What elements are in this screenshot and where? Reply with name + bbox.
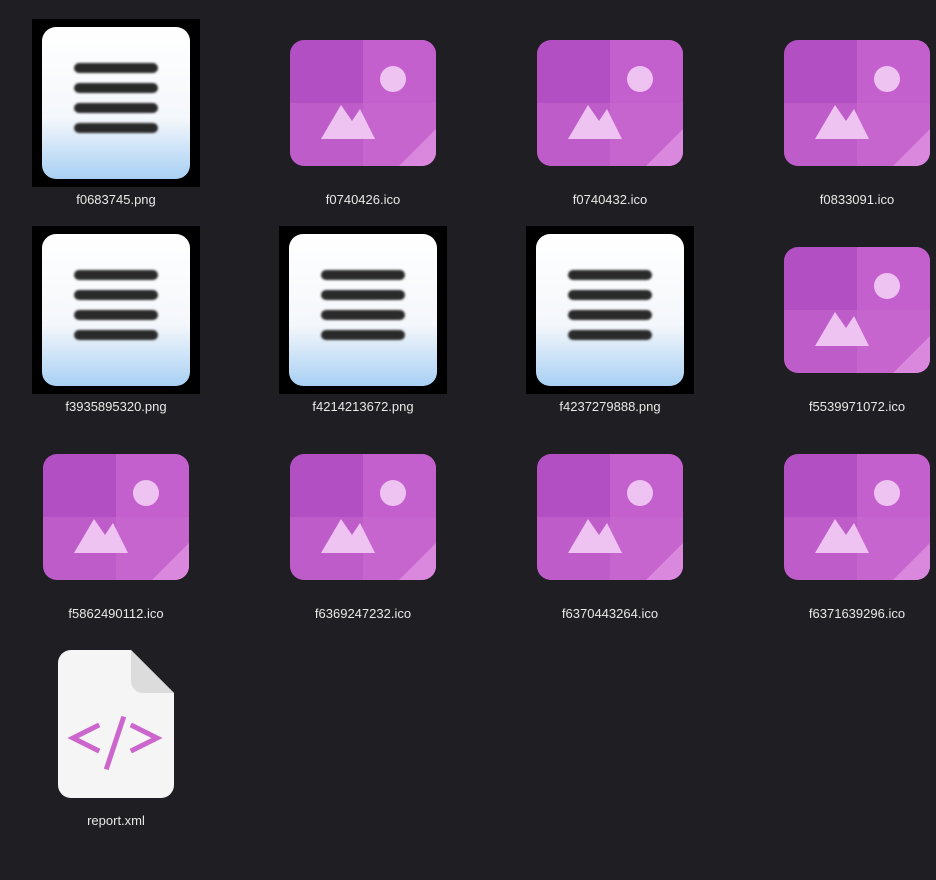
file-tile[interactable]: f3935895320.png xyxy=(16,225,216,425)
image-file-icon xyxy=(16,432,216,602)
text-document-icon xyxy=(16,18,216,188)
file-name: f4237279888.png xyxy=(559,399,661,414)
xml-code-file-icon xyxy=(16,639,216,809)
file-name: f6371639296.ico xyxy=(808,606,906,621)
file-name: f0833091.ico xyxy=(819,192,895,207)
text-document-icon xyxy=(510,225,710,395)
text-document-icon xyxy=(263,225,463,395)
image-file-icon xyxy=(757,432,936,602)
file-name: f3935895320.png xyxy=(65,399,167,414)
file-tile[interactable]: f6369247232.ico xyxy=(263,432,463,632)
text-document-icon xyxy=(16,225,216,395)
file-tile[interactable]: f0683745.png xyxy=(16,18,216,218)
file-tile[interactable]: f4214213672.png xyxy=(263,225,463,425)
image-file-icon xyxy=(510,18,710,188)
file-tile[interactable]: report.xml xyxy=(16,639,216,839)
file-tile[interactable]: f0740426.ico xyxy=(263,18,463,218)
file-name: f0740426.ico xyxy=(325,192,401,207)
file-name: f6370443264.ico xyxy=(561,606,659,621)
file-name: f5862490112.ico xyxy=(68,606,164,621)
file-name: f0683745.png xyxy=(76,192,156,207)
image-file-icon xyxy=(263,432,463,602)
file-tile[interactable]: f0740432.ico xyxy=(510,18,710,218)
file-tile[interactable]: f0833091.ico xyxy=(757,18,936,218)
file-name: f4214213672.png xyxy=(312,399,414,414)
image-file-icon xyxy=(263,18,463,188)
file-tile[interactable]: f4237279888.png xyxy=(510,225,710,425)
file-tile[interactable]: f6370443264.ico xyxy=(510,432,710,632)
file-name: f0740432.ico xyxy=(572,192,648,207)
image-file-icon xyxy=(757,225,936,395)
file-grid: f0683745.png f0740426.ico f0740432.ico f… xyxy=(0,0,936,880)
image-file-icon xyxy=(510,432,710,602)
file-tile[interactable]: f5862490112.ico xyxy=(16,432,216,632)
file-tile[interactable]: f5539971072.ico xyxy=(757,225,936,425)
file-name: f5539971072.ico xyxy=(808,399,906,414)
file-name: f6369247232.ico xyxy=(314,606,412,621)
file-tile[interactable]: f6371639296.ico xyxy=(757,432,936,632)
file-name: report.xml xyxy=(87,813,145,828)
image-file-icon xyxy=(757,18,936,188)
